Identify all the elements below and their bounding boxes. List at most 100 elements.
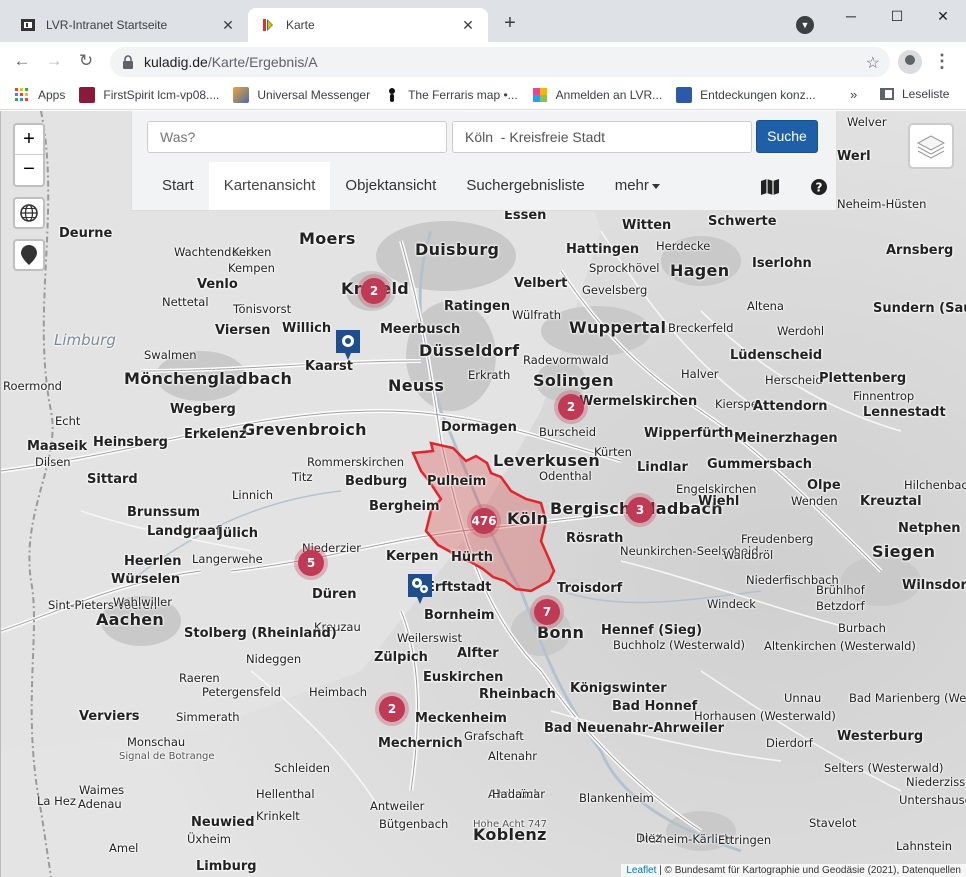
place-label: Sprockhövel xyxy=(589,261,660,275)
result-cluster[interactable]: 7 xyxy=(530,595,564,629)
search-button[interactable]: Suche xyxy=(756,120,818,153)
locate-pin-icon[interactable] xyxy=(13,239,45,271)
browser-menu-icon[interactable]: ⋮ xyxy=(932,50,952,74)
help-icon[interactable]: ? xyxy=(809,177,829,197)
map-marker-icon[interactable] xyxy=(335,329,361,361)
place-label: Wuppertal xyxy=(569,318,667,337)
bookmark-ferraris-map[interactable]: The Ferraris map •... xyxy=(384,87,518,103)
tab-title: Karte xyxy=(286,18,315,32)
place-label: Heinsberg xyxy=(93,435,168,450)
bookmark-entdeckungen[interactable]: Entdeckungen konz... xyxy=(676,86,816,103)
place-label: Wahlwiller xyxy=(113,595,172,609)
reload-icon[interactable]: ↻ xyxy=(74,50,98,74)
place-label: Hadamar xyxy=(492,787,546,801)
profile-avatar-icon[interactable] xyxy=(898,50,922,74)
what-search-input[interactable] xyxy=(147,121,447,153)
tab-kartenansicht[interactable]: Kartenansicht xyxy=(208,162,331,210)
result-cluster[interactable]: 2 xyxy=(357,274,391,308)
tab-start[interactable]: Start xyxy=(147,162,209,210)
lock-icon xyxy=(122,55,134,69)
place-label: Gevelsberg xyxy=(582,283,648,297)
tab-mehr[interactable]: mehr xyxy=(600,162,675,210)
new-tab-button[interactable]: + xyxy=(498,12,522,35)
forward-icon[interactable]: → xyxy=(42,50,66,74)
place-label: Nideggen xyxy=(246,652,302,666)
bookmark-universal-messenger[interactable]: Universal Messenger xyxy=(233,86,370,103)
place-label: Rheinbach xyxy=(479,687,556,702)
close-icon[interactable]: ✕ xyxy=(460,17,476,34)
place-label: Herdecke xyxy=(656,239,711,253)
globe-icon[interactable] xyxy=(13,197,45,229)
where-search-input[interactable] xyxy=(452,121,752,153)
result-cluster[interactable]: 476 xyxy=(467,504,501,538)
place-label: Lindlar xyxy=(637,460,688,475)
zoom-in-button[interactable]: + xyxy=(15,125,43,155)
place-label: Bornheim xyxy=(424,608,495,623)
place-label: Burscheid xyxy=(539,425,597,439)
place-label: Selters (Westerwald) xyxy=(824,761,944,775)
place-label: Mönchengladbach xyxy=(124,369,293,388)
bookmark-anmelden-lvr[interactable]: Anmelden an LVR... xyxy=(532,87,663,103)
map-icon[interactable] xyxy=(760,177,780,197)
entdeckungen-icon xyxy=(676,86,693,103)
place-label: Echt xyxy=(55,414,81,428)
tab-strip: LVR-Intranet Startseite ✕ Karte ✕ + ▼ ─ … xyxy=(0,0,966,42)
bookmark-label: Anmelden an LVR... xyxy=(555,87,663,102)
place-label: Breckerfeld xyxy=(668,321,734,335)
place-label: Jülich xyxy=(218,526,258,541)
place-label: Werdohl xyxy=(777,324,825,338)
close-window-button[interactable]: ✕ xyxy=(920,4,966,28)
result-cluster[interactable]: 2 xyxy=(554,390,588,424)
place-label: Untershausen xyxy=(899,793,966,807)
minimize-button[interactable]: ─ xyxy=(828,4,874,28)
place-label: Königswinter xyxy=(570,681,667,696)
map-marker-icon[interactable] xyxy=(407,573,433,605)
map-view[interactable]: Essen Witten Schwerte Welver Werl Neheim-Hüst… xyxy=(0,111,966,877)
place-label: Bad Marienberg (Westerwald) xyxy=(849,691,966,705)
place-label: Grafschaft xyxy=(464,729,524,743)
bookmarks-more-icon[interactable]: » xyxy=(850,87,857,102)
place-label: Wermelskirchen xyxy=(579,394,698,409)
zoom-out-button[interactable]: − xyxy=(15,155,43,185)
close-icon[interactable]: ✕ xyxy=(220,17,236,34)
tab-suchergebnisliste[interactable]: Suchergebnisliste xyxy=(451,162,599,210)
place-label: Heimbach xyxy=(309,685,368,699)
place-label: Weilerswist xyxy=(397,631,463,645)
tab-search-icon[interactable]: ▼ xyxy=(796,16,814,34)
bookmark-apps[interactable]: Apps xyxy=(14,87,65,103)
place-label: Olpe xyxy=(807,478,841,493)
view-tabs: Start Kartenansicht Objektansicht Sucher… xyxy=(147,162,675,210)
place-label: Deurne xyxy=(59,226,113,241)
address-bar[interactable]: kuladig.de/Karte/Ergebnis/A ☆ xyxy=(110,47,890,77)
bookmark-firstspirit[interactable]: FirstSpirit lcm-vp08.... xyxy=(79,86,219,103)
tab-objektansicht[interactable]: Objektansicht xyxy=(330,162,451,210)
place-label: Wülfrath xyxy=(512,308,562,322)
back-icon[interactable]: ← xyxy=(10,50,34,74)
browser-window: LVR-Intranet Startseite ✕ Karte ✕ + ▼ ─ … xyxy=(0,0,966,877)
place-label: Brunssum xyxy=(127,505,201,520)
reading-list-label: Leseliste xyxy=(902,87,950,101)
place-label: Maaseik xyxy=(27,439,88,454)
place-label: Hellenthal xyxy=(256,787,315,801)
tab-lvr-intranet[interactable]: LVR-Intranet Startseite ✕ xyxy=(8,8,248,42)
maximize-button[interactable]: ☐ xyxy=(874,4,920,28)
place-label: Simmerath xyxy=(176,710,240,724)
layers-icon[interactable] xyxy=(908,123,954,169)
reading-list-button[interactable]: Leseliste xyxy=(880,87,949,101)
place-label: Pulheim xyxy=(427,474,487,489)
place-label: Neheim-Hüsten xyxy=(837,197,927,211)
place-label: Zülpich xyxy=(374,650,428,665)
place-label: Neuwied xyxy=(191,815,255,830)
place-label: Hagen xyxy=(670,261,730,280)
result-cluster[interactable]: 3 xyxy=(623,493,657,527)
tab-karte[interactable]: Karte ✕ xyxy=(248,8,488,42)
leaflet-link[interactable]: Leaflet xyxy=(626,865,656,876)
place-label: Freudenberg xyxy=(741,532,814,546)
place-label: Altenkirchen (Westerwald) xyxy=(764,639,916,653)
bookmark-star-icon[interactable]: ☆ xyxy=(866,53,880,73)
place-label: Wilnsdorf xyxy=(902,578,966,593)
place-label: Dierdorf xyxy=(766,736,813,750)
result-cluster[interactable]: 2 xyxy=(375,692,409,726)
place-label: Meckenheim xyxy=(415,711,507,726)
result-cluster[interactable]: 5 xyxy=(294,546,328,580)
